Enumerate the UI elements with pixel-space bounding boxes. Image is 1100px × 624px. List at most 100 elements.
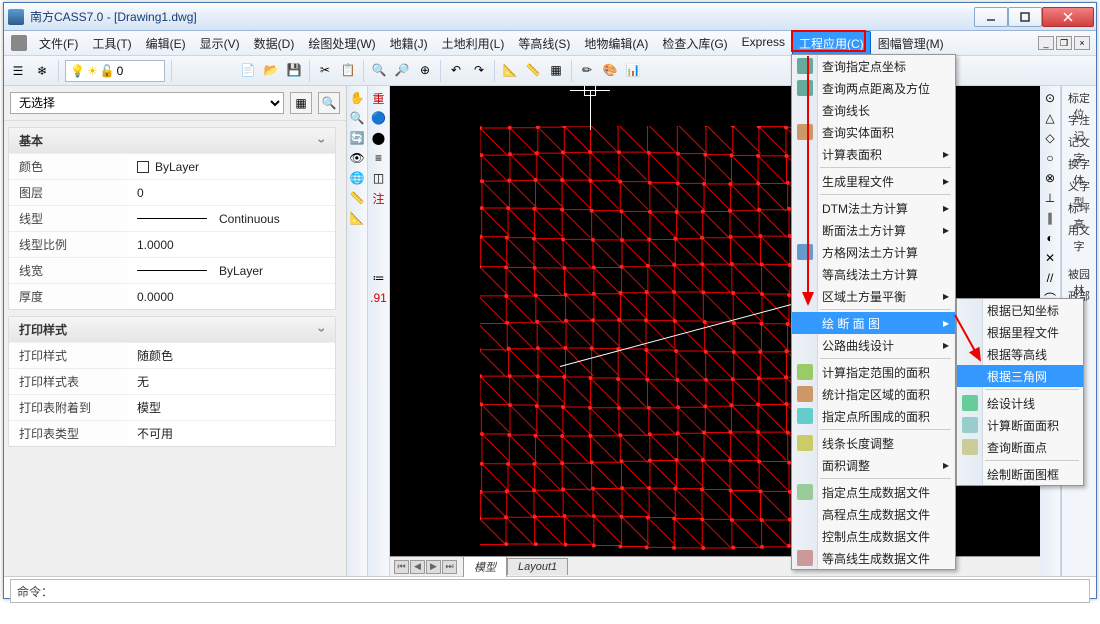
toolbar-btn[interactable]: ⊕ <box>415 60 435 80</box>
toolbar-btn[interactable]: 📏 <box>523 60 543 80</box>
menu-item[interactable]: 生成里程文件▸ <box>792 170 955 192</box>
vtool-1[interactable]: 🔵 <box>371 110 387 126</box>
tab-layout1[interactable]: Layout1 <box>507 558 568 575</box>
menu-item[interactable]: 查询指定点坐标 <box>792 55 955 77</box>
toolbar-btn[interactable]: ✏ <box>577 60 597 80</box>
prop-row[interactable]: 打印样式表无 <box>9 368 335 394</box>
menu-6[interactable]: 地籍(J) <box>383 31 435 56</box>
vtool-3[interactable]: ○ <box>1042 150 1058 166</box>
vtool-7[interactable]: ◐ <box>1042 230 1058 246</box>
menu-item[interactable]: 根据已知坐标 <box>957 299 1083 321</box>
toolbar-btn[interactable]: 📂 <box>261 60 281 80</box>
vtool-11[interactable] <box>371 310 387 326</box>
menu-11[interactable]: Express <box>735 31 792 56</box>
menu-7[interactable]: 土地利用(L) <box>435 31 512 56</box>
vtool-10[interactable]: .91 <box>371 290 387 306</box>
vtool-9[interactable]: // <box>1042 270 1058 286</box>
menu-item[interactable]: 断面法土方计算▸ <box>792 219 955 241</box>
vtool-1[interactable]: △ <box>1042 110 1058 126</box>
toolbar-btn[interactable]: 📋 <box>338 60 358 80</box>
vtool-12[interactable] <box>371 330 387 346</box>
prop-row[interactable]: 厚度0.0000 <box>9 283 335 309</box>
vtool-8[interactable] <box>371 250 387 266</box>
vtool-4[interactable]: ◫ <box>371 170 387 186</box>
prop-row[interactable]: 线型比例1.0000 <box>9 231 335 257</box>
palette-item[interactable]: 被园林 <box>1065 266 1093 284</box>
toolbar-btn[interactable]: ↷ <box>469 60 489 80</box>
menu-0[interactable]: 文件(F) <box>32 31 85 56</box>
prop-group-header[interactable]: 打印样式› <box>9 317 335 342</box>
menu-8[interactable]: 等高线(S) <box>511 31 577 56</box>
menu-item[interactable]: 计算断面面积 <box>957 414 1083 436</box>
menu-item[interactable]: 等高线生成数据文件 <box>792 547 955 569</box>
menu-5[interactable]: 绘图处理(W) <box>301 31 382 56</box>
mdi-close[interactable]: × <box>1074 36 1090 50</box>
mdi-minimize[interactable]: _ <box>1038 36 1054 50</box>
palette-item[interactable]: 换字体 <box>1065 156 1093 174</box>
menu-3[interactable]: 显示(V) <box>193 31 247 56</box>
menu-item[interactable]: 线条长度调整 <box>792 432 955 454</box>
menu-item[interactable]: 查询断面点 <box>957 436 1083 458</box>
vtool-3[interactable]: ≡ <box>371 150 387 166</box>
layer-dropdown[interactable]: 💡☀🔓0 <box>65 60 165 82</box>
menu-item[interactable]: 绘设计线 <box>957 392 1083 414</box>
vtool-9[interactable]: ≔ <box>371 270 387 286</box>
toolbar-btn[interactable]: 🎨 <box>600 60 620 80</box>
vtool-5[interactable]: 注 <box>371 190 387 206</box>
tab-first[interactable]: ⏮ <box>394 560 409 574</box>
menu-item[interactable]: 计算表面积▸ <box>792 143 955 165</box>
maximize-button[interactable] <box>1008 7 1042 27</box>
toolbar-btn[interactable]: 📊 <box>623 60 643 80</box>
menu-item[interactable]: 根据等高线 <box>957 343 1083 365</box>
prop-row[interactable]: 颜色ByLayer <box>9 153 335 179</box>
menu-item[interactable]: 绘 断 面 图▸ <box>792 312 955 334</box>
vtool-13[interactable] <box>371 350 387 366</box>
layerfreeze-icon[interactable]: ❄ <box>32 61 52 81</box>
menu-9[interactable]: 地物编辑(A) <box>577 31 655 56</box>
vtool-6[interactable] <box>371 210 387 226</box>
palette-item[interactable]: 记文字 <box>1065 134 1093 152</box>
vtool-4[interactable]: ⊗ <box>1042 170 1058 186</box>
close-button[interactable] <box>1042 7 1094 27</box>
vtool-2[interactable]: ◇ <box>1042 130 1058 146</box>
menu-item[interactable]: 绘制断面图框 <box>957 463 1083 485</box>
menu-2[interactable]: 编辑(E) <box>139 31 193 56</box>
vtool-8[interactable]: ✕ <box>1042 250 1058 266</box>
prop-row[interactable]: 图层0 <box>9 179 335 205</box>
quickselect-button[interactable]: ▦ <box>290 92 312 114</box>
toolbar-btn[interactable]: 🔍 <box>369 60 389 80</box>
menu-item[interactable]: 查询实体面积 <box>792 121 955 143</box>
toolbar-btn[interactable]: 📐 <box>500 60 520 80</box>
vtool-6[interactable]: 📐 <box>349 210 365 226</box>
vtool-0[interactable]: ✋ <box>349 90 365 106</box>
command-line[interactable]: 命令： <box>10 579 1090 603</box>
layers-icon[interactable]: ☰ <box>8 61 28 81</box>
menu-1[interactable]: 工具(T) <box>85 31 138 56</box>
toolbar-btn[interactable]: ↶ <box>446 60 466 80</box>
menu-item[interactable]: 根据三角网 <box>957 365 1083 387</box>
vtool-2[interactable]: ⬤ <box>371 130 387 146</box>
prop-row[interactable]: 打印表类型不可用 <box>9 420 335 446</box>
menu-10[interactable]: 检查入库(G) <box>655 31 734 56</box>
palette-item[interactable]: 标定位 <box>1065 90 1093 108</box>
menu-item[interactable]: 公路曲线设计▸ <box>792 334 955 356</box>
prop-row[interactable]: 线宽ByLayer <box>9 257 335 283</box>
vtool-2[interactable]: 🔄 <box>349 130 365 146</box>
vtool-5[interactable]: ⊥ <box>1042 190 1058 206</box>
menu-item[interactable]: 统计指定区域的面积 <box>792 383 955 405</box>
vtool-6[interactable]: ∥ <box>1042 210 1058 226</box>
menu-item[interactable]: 高程点生成数据文件 <box>792 503 955 525</box>
prop-row[interactable]: 线型Continuous <box>9 205 335 231</box>
menu-item[interactable]: 指定点所围成的面积 <box>792 405 955 427</box>
tab-next[interactable]: ▶ <box>426 560 441 574</box>
toolbar-btn[interactable]: 📄 <box>238 60 258 80</box>
menu-item[interactable]: 指定点生成数据文件 <box>792 481 955 503</box>
menu-item[interactable]: DTM法土方计算▸ <box>792 197 955 219</box>
menu-item[interactable]: 区域土方量平衡▸ <box>792 285 955 307</box>
menu-4[interactable]: 数据(D) <box>247 31 302 56</box>
menu-item[interactable]: 面积调整▸ <box>792 454 955 476</box>
mdi-restore[interactable]: ❐ <box>1056 36 1072 50</box>
tab-last[interactable]: ⏭ <box>442 560 457 574</box>
menu-item[interactable]: 根据里程文件 <box>957 321 1083 343</box>
vtool-0[interactable]: 重 <box>371 90 387 106</box>
